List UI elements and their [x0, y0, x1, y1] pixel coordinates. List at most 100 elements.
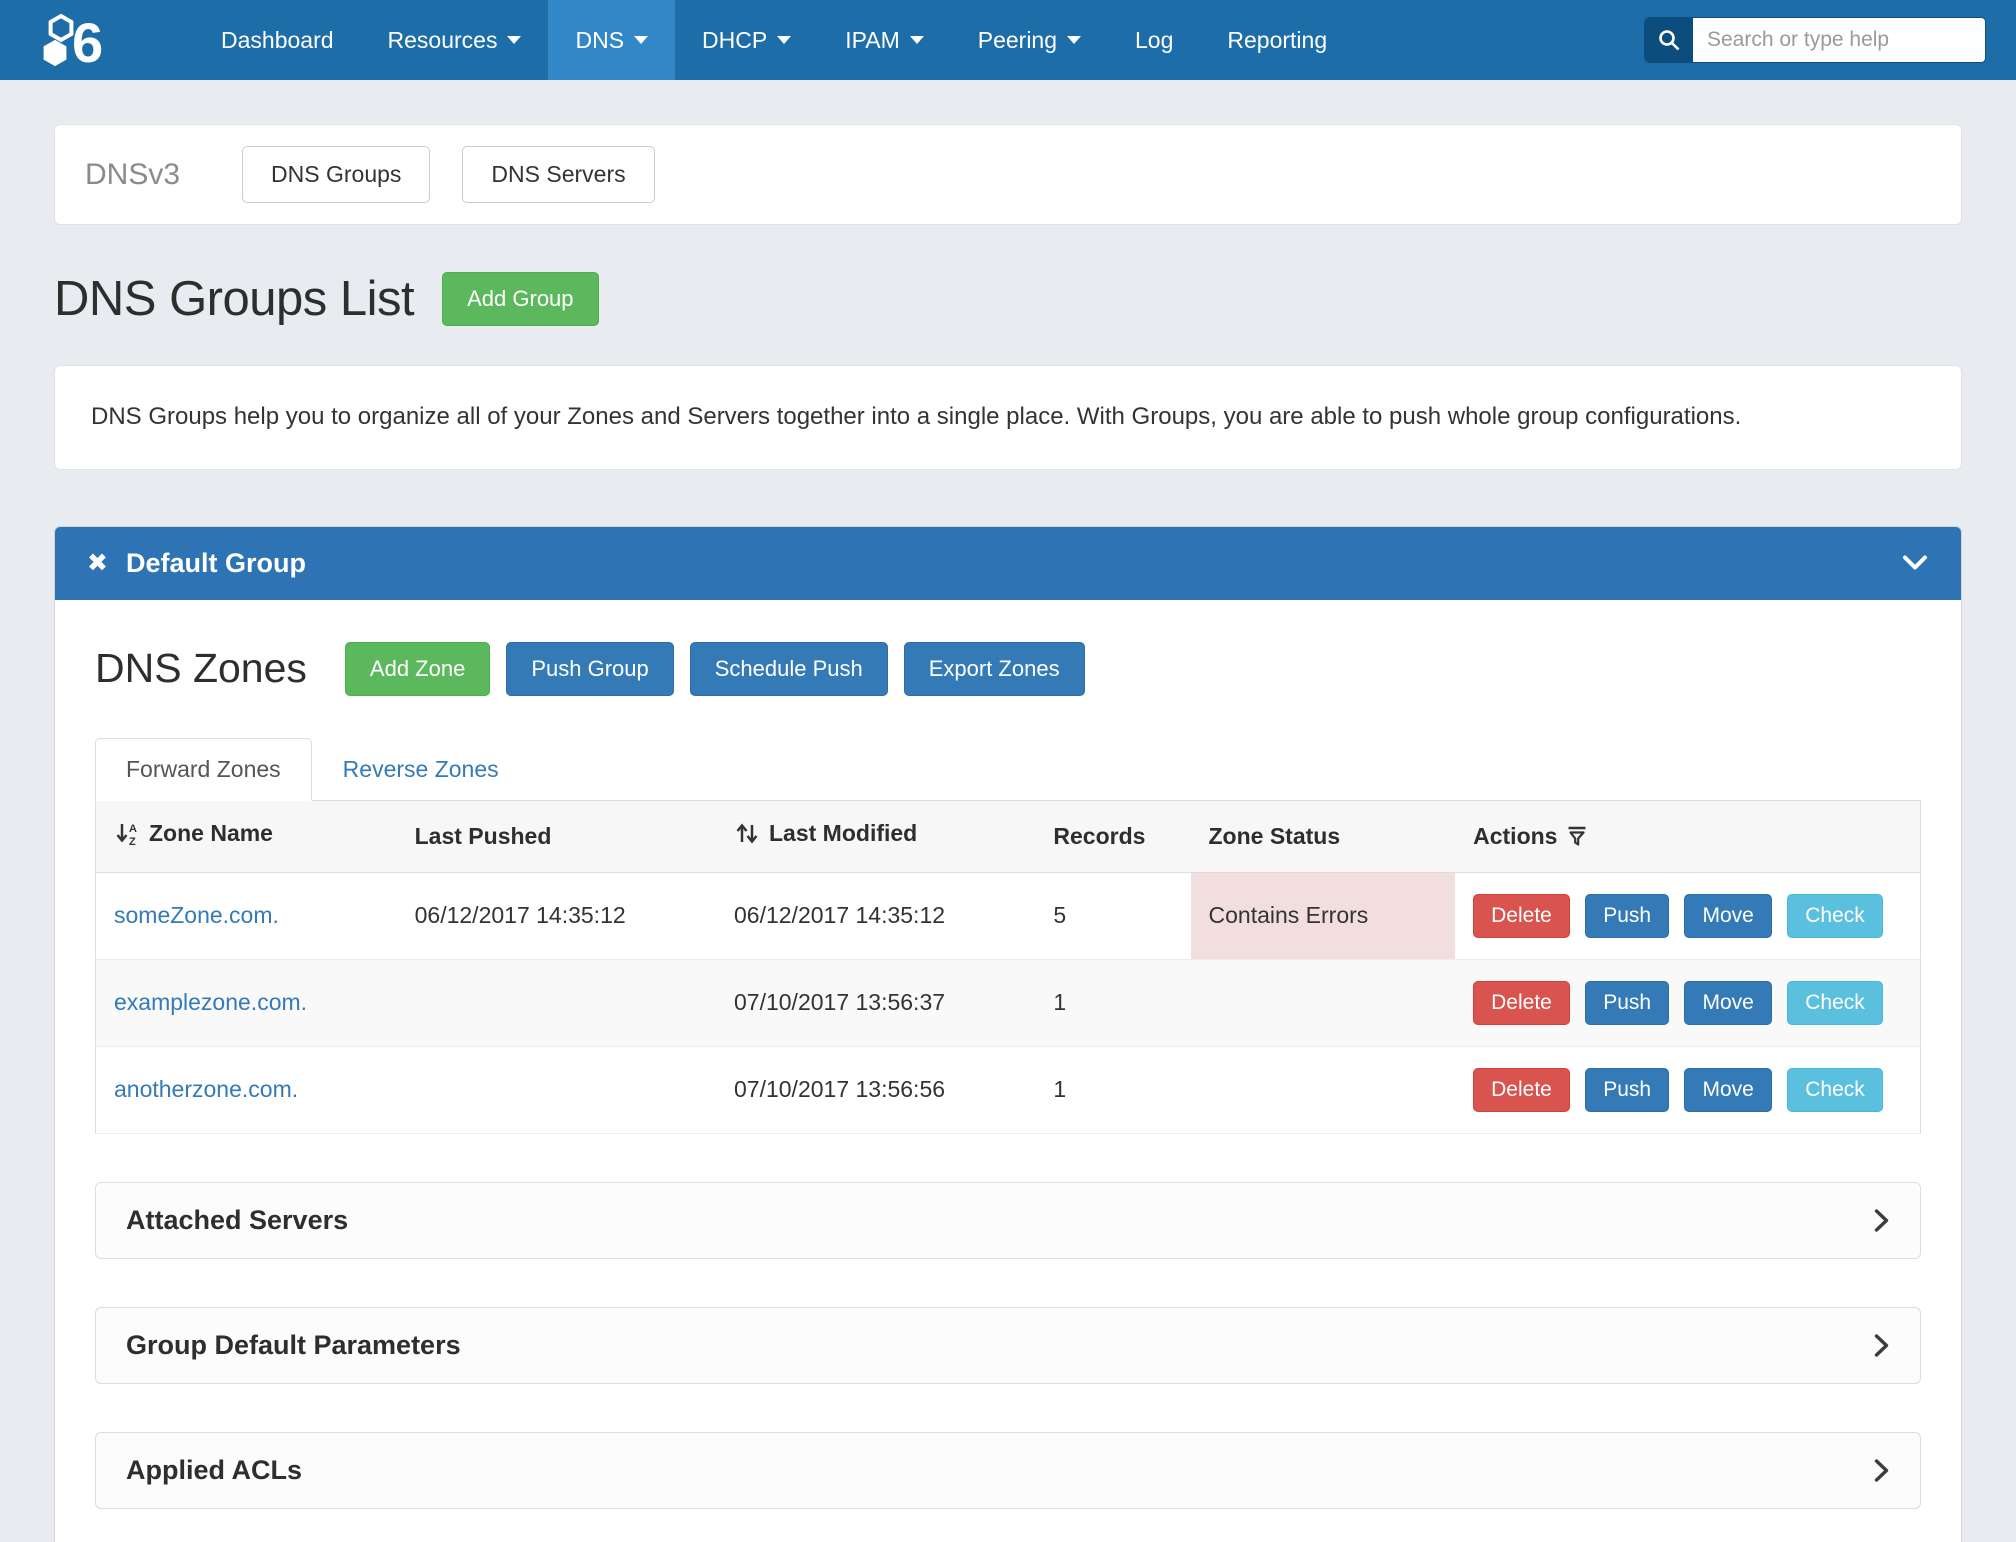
nav-label: DNS	[575, 27, 624, 54]
add-zone-button[interactable]: Add Zone	[345, 642, 490, 696]
column-label: Actions	[1473, 823, 1557, 850]
column-header-zone-name[interactable]: A Z Zone Name	[96, 801, 397, 873]
nav-item-dhcp[interactable]: DHCP	[675, 0, 818, 80]
main-nav: Dashboard Resources DNS DHCP IPAM Peerin…	[194, 0, 1354, 80]
filter-icon[interactable]	[1565, 824, 1589, 848]
group-panel-body: DNS Zones Add Zone Push Group Schedule P…	[55, 600, 1961, 1542]
column-label: Records	[1053, 823, 1145, 850]
caret-down-icon	[910, 36, 924, 44]
section-group-default-parameters[interactable]: Group Default Parameters	[95, 1307, 1921, 1384]
zones-heading: DNS Zones	[95, 645, 307, 692]
sort-updown-icon	[734, 820, 761, 847]
groups-description: DNS Groups help you to organize all of y…	[54, 365, 1962, 470]
page-header: DNS Groups List Add Group	[54, 271, 1962, 327]
dns-groups-button[interactable]: DNS Groups	[242, 146, 430, 203]
push-button[interactable]: Push	[1585, 981, 1669, 1025]
zone-status-cell	[1191, 1046, 1456, 1133]
caret-down-icon	[1067, 36, 1081, 44]
check-button[interactable]: Check	[1787, 894, 1883, 938]
section-attached-servers[interactable]: Attached Servers	[95, 1182, 1921, 1259]
caret-down-icon	[507, 36, 521, 44]
column-label: Last Modified	[769, 820, 917, 847]
sort-alpha-icon: A Z	[114, 820, 141, 847]
schedule-push-button[interactable]: Schedule Push	[690, 642, 888, 696]
check-button[interactable]: Check	[1787, 981, 1883, 1025]
caret-down-icon	[777, 36, 791, 44]
column-header-last-modified[interactable]: Last Modified	[716, 801, 1035, 873]
nav-item-peering[interactable]: Peering	[951, 0, 1108, 80]
nav-label: Log	[1135, 27, 1173, 54]
push-group-button[interactable]: Push Group	[506, 642, 673, 696]
last-pushed-cell	[397, 959, 716, 1046]
export-zones-button[interactable]: Export Zones	[904, 642, 1085, 696]
svg-text:6: 6	[72, 12, 103, 68]
delete-button[interactable]: Delete	[1473, 1068, 1570, 1112]
nav-label: DHCP	[702, 27, 767, 54]
zone-link[interactable]: examplezone.com.	[114, 989, 307, 1015]
move-button[interactable]: Move	[1684, 894, 1771, 938]
remove-group-icon[interactable]: ✖	[87, 551, 108, 576]
dns-servers-button[interactable]: DNS Servers	[462, 146, 654, 203]
move-button[interactable]: Move	[1684, 981, 1771, 1025]
nav-item-ipam[interactable]: IPAM	[818, 0, 951, 80]
search-button[interactable]	[1645, 18, 1693, 62]
nav-label: Dashboard	[221, 27, 334, 54]
nav-item-dashboard[interactable]: Dashboard	[194, 0, 361, 80]
hexagon-logo-icon: 6	[40, 12, 124, 68]
group-panel-header[interactable]: ✖ Default Group	[55, 527, 1961, 600]
move-button[interactable]: Move	[1684, 1068, 1771, 1112]
table-row: examplezone.com. 07/10/2017 13:56:37 1 D…	[96, 959, 1921, 1046]
delete-button[interactable]: Delete	[1473, 894, 1570, 938]
actions-cell: Delete Push Move Check	[1455, 872, 1920, 959]
search-icon	[1657, 28, 1681, 52]
table-header-row: A Z Zone Name Last Pushed	[96, 801, 1921, 873]
section-label: Group Default Parameters	[126, 1330, 461, 1361]
app-logo[interactable]: 6	[40, 0, 124, 80]
actions-cell: Delete Push Move Check	[1455, 1046, 1920, 1133]
tab-reverse-zones[interactable]: Reverse Zones	[312, 738, 530, 801]
section-toolbar: DNSv3 DNS Groups DNS Servers	[54, 124, 1962, 225]
section-label: DNSv3	[85, 158, 180, 192]
add-group-button[interactable]: Add Group	[442, 272, 598, 326]
last-modified-cell: 07/10/2017 13:56:56	[716, 1046, 1035, 1133]
actions-cell: Delete Push Move Check	[1455, 959, 1920, 1046]
nav-label: IPAM	[845, 27, 900, 54]
collapse-toggle[interactable]	[1901, 554, 1929, 572]
zone-status-cell	[1191, 959, 1456, 1046]
column-header-actions: Actions	[1455, 801, 1920, 873]
records-cell: 1	[1035, 959, 1190, 1046]
nav-label: Resources	[388, 27, 498, 54]
caret-down-icon	[634, 36, 648, 44]
column-label: Zone Status	[1209, 823, 1341, 850]
tab-forward-zones[interactable]: Forward Zones	[95, 738, 312, 801]
last-modified-cell: 06/12/2017 14:35:12	[716, 872, 1035, 959]
column-header-zone-status: Zone Status	[1191, 801, 1456, 873]
push-button[interactable]: Push	[1585, 894, 1669, 938]
chevron-right-icon	[1873, 1332, 1890, 1359]
section-applied-acls[interactable]: Applied ACLs	[95, 1432, 1921, 1509]
push-button[interactable]: Push	[1585, 1068, 1669, 1112]
group-panel: ✖ Default Group DNS Zones Add Zone Push …	[54, 526, 1962, 1542]
chevron-right-icon	[1873, 1457, 1890, 1484]
page-title: DNS Groups List	[54, 271, 414, 327]
records-cell: 1	[1035, 1046, 1190, 1133]
nav-label: Peering	[978, 27, 1057, 54]
zone-link[interactable]: anotherzone.com.	[114, 1076, 298, 1102]
last-modified-cell: 07/10/2017 13:56:37	[716, 959, 1035, 1046]
svg-text:A: A	[129, 823, 137, 835]
section-label: Applied ACLs	[126, 1455, 302, 1486]
zones-tabs: Forward Zones Reverse Zones	[95, 738, 1921, 801]
zone-link[interactable]: someZone.com.	[114, 902, 279, 928]
column-label: Last Pushed	[415, 823, 552, 850]
delete-button[interactable]: Delete	[1473, 981, 1570, 1025]
nav-item-dns[interactable]: DNS	[548, 0, 675, 80]
svg-text:Z: Z	[129, 836, 136, 847]
zones-table: A Z Zone Name Last Pushed	[95, 801, 1921, 1134]
column-header-last-pushed: Last Pushed	[397, 801, 716, 873]
nav-item-resources[interactable]: Resources	[361, 0, 549, 80]
global-search	[1644, 17, 1986, 63]
search-input[interactable]	[1693, 18, 1985, 62]
nav-item-reporting[interactable]: Reporting	[1200, 0, 1354, 80]
nav-item-log[interactable]: Log	[1108, 0, 1200, 80]
check-button[interactable]: Check	[1787, 1068, 1883, 1112]
